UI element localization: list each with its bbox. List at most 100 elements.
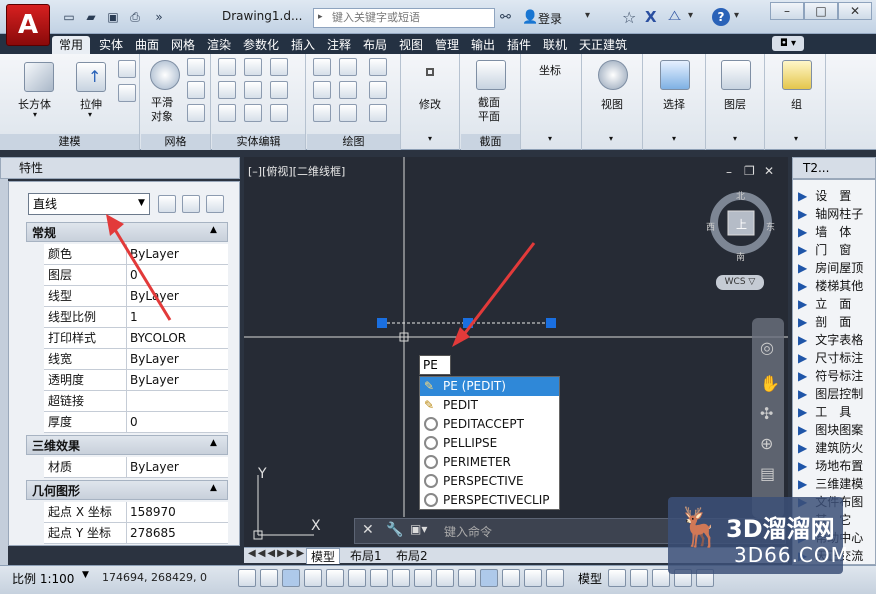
palette-item[interactable]: ▶ 符号标注 (798, 367, 863, 384)
otrack-icon[interactable] (392, 569, 410, 587)
ducs-icon[interactable] (414, 569, 432, 587)
tab-2[interactable]: 曲面 (128, 36, 166, 54)
compass-north[interactable]: 北 (736, 189, 745, 202)
tab-11[interactable]: 输出 (464, 36, 502, 54)
arc-icon[interactable] (369, 58, 387, 76)
shell-icon[interactable] (270, 104, 288, 122)
view-icon[interactable] (598, 60, 628, 90)
cursor-coordinates[interactable]: 174694, 268429, 0 (102, 571, 207, 584)
tab-14[interactable]: 天正建筑 (572, 36, 634, 54)
wcs-menu[interactable]: WCS ▽ (716, 275, 764, 290)
property-value[interactable]: BYCOLOR (126, 328, 228, 348)
polyline-icon[interactable] (313, 58, 331, 76)
binoculars-icon[interactable]: ⚯ (500, 10, 511, 25)
ellipse-icon[interactable] (369, 104, 387, 122)
osnap-icon[interactable] (348, 569, 366, 587)
section-general-collapse-icon[interactable]: ▲ (210, 225, 217, 235)
intersect-icon[interactable] (218, 104, 236, 122)
autocomplete-item[interactable]: ✎ PE (PEDIT) (420, 377, 559, 396)
property-row-general-6[interactable]: 透明度 ByLayer (44, 370, 228, 391)
modify-label[interactable]: 修改 (419, 96, 441, 112)
new-file-icon[interactable]: ▭ (60, 9, 78, 25)
layout-view-icon[interactable] (608, 569, 626, 587)
modify-dropdown-icon[interactable]: ▾ (428, 134, 432, 143)
zoom-icon[interactable]: ✣ (760, 404, 773, 423)
exchange-icon[interactable]: X (645, 8, 657, 26)
palette-item[interactable]: ▶ 房间屋顶 (798, 259, 863, 276)
tab-4[interactable]: 渲染 (200, 36, 238, 54)
compass-west[interactable]: 西 (706, 220, 715, 233)
section-3d-collapse-icon[interactable]: ▲ (210, 438, 217, 448)
palette-item[interactable]: ▶ 轴网柱子 (798, 205, 863, 222)
palette-item[interactable]: ▶ 工 具 (798, 403, 851, 420)
palette-item[interactable]: ▶ 图块图案 (798, 421, 863, 438)
tab-0[interactable]: 常用 (52, 36, 91, 54)
palette-item[interactable]: ▶ 立 面 (798, 295, 851, 312)
autocomplete-item[interactable]: PERSPECTIVECLIP (420, 491, 559, 510)
print-icon[interactable]: ⎙ (126, 9, 144, 25)
model-space-button[interactable]: 模型 (578, 570, 602, 587)
box-icon[interactable] (24, 62, 54, 92)
palette-item[interactable]: ▶ 场地布置 (798, 457, 863, 474)
property-row-general-8[interactable]: 厚度 0 (44, 412, 228, 433)
subtract-icon[interactable] (218, 81, 236, 99)
panel-modeling-title[interactable]: 建模 (0, 134, 139, 150)
mesh-remove-icon[interactable] (187, 81, 205, 99)
quick-select-icon[interactable] (206, 195, 224, 213)
3dosnap-icon[interactable] (370, 569, 388, 587)
polar-icon[interactable] (326, 569, 344, 587)
palette-item[interactable]: ▶ 剖 面 (798, 313, 851, 330)
pan-icon[interactable]: ✋ (760, 374, 780, 393)
coordinates-label[interactable]: 坐标 (539, 62, 561, 78)
command-history-icon[interactable]: ▣▾ (410, 522, 427, 536)
group-dropdown-icon[interactable]: ▾ (794, 134, 798, 143)
property-value[interactable]: 278685 (126, 523, 228, 543)
circle-icon[interactable] (369, 81, 387, 99)
property-row-geometry-0[interactable]: 起点 X 坐标 158970 (44, 502, 228, 523)
rectangle-icon[interactable] (339, 104, 357, 122)
extrude-dropdown-icon[interactable]: ▾ (88, 110, 92, 119)
compass-east[interactable]: 东 (766, 220, 775, 233)
command-settings-icon[interactable]: 🔧 (386, 522, 403, 538)
panel-section-title[interactable]: 截面 (461, 134, 520, 150)
minimize-button[interactable]: – (770, 2, 804, 20)
properties-header[interactable]: 特性 (0, 157, 240, 179)
panel-solid-edit-title[interactable]: 实体编辑 (212, 134, 305, 150)
layout-tab-2[interactable]: 布局2 (392, 548, 432, 564)
palette-item[interactable]: ▶ 建筑防火 (798, 439, 863, 456)
maximize-button[interactable]: □ (804, 2, 838, 20)
tangent-palette-header[interactable]: T2... (792, 157, 876, 179)
panel-mesh-title[interactable]: 网格 (141, 134, 210, 150)
help-icon[interactable]: ? (712, 8, 730, 26)
network-dropdown-icon[interactable]: ▾ (688, 10, 693, 21)
scale-dropdown-icon[interactable]: ▼ (82, 570, 89, 580)
tab-10[interactable]: 管理 (428, 36, 466, 54)
dynamic-input-field[interactable]: PE (419, 355, 451, 375)
property-row-general-5[interactable]: 线宽 ByLayer (44, 349, 228, 370)
property-value[interactable]: ByLayer (126, 370, 228, 390)
tab-12[interactable]: 插件 (500, 36, 538, 54)
login-dropdown-icon[interactable]: ▾ (585, 10, 590, 21)
property-row-general-7[interactable]: 超链接 (44, 391, 228, 412)
group-icon[interactable] (782, 60, 812, 90)
more-quick-access-icon[interactable]: » (150, 9, 168, 25)
property-value[interactable]: ByLayer (126, 457, 228, 477)
extract-edges-icon[interactable] (244, 58, 262, 76)
autocomplete-item[interactable]: PELLIPSE (420, 434, 559, 453)
view-dropdown-icon[interactable]: ▾ (609, 134, 613, 143)
layout-tab-0[interactable]: 模型 (306, 548, 341, 564)
quick-view-icon[interactable] (630, 569, 648, 587)
union-icon[interactable] (218, 58, 236, 76)
grid-icon[interactable] (282, 569, 300, 587)
autocomplete-item[interactable]: PERIMETER (420, 453, 559, 472)
panel-draw-title[interactable]: 绘图 (307, 134, 400, 150)
autocomplete-item[interactable]: PEDITACCEPT (420, 415, 559, 434)
tab-1[interactable]: 实体 (92, 36, 130, 54)
section-plane-icon[interactable] (476, 60, 506, 90)
lineweight-icon[interactable] (458, 569, 476, 587)
box-dropdown-icon[interactable]: ▾ (33, 110, 37, 119)
tab-13[interactable]: 联机 (536, 36, 574, 54)
palette-item[interactable]: ▶ 三维建模 (798, 475, 863, 492)
tab-9[interactable]: 视图 (392, 36, 430, 54)
grip-start[interactable] (377, 318, 387, 328)
